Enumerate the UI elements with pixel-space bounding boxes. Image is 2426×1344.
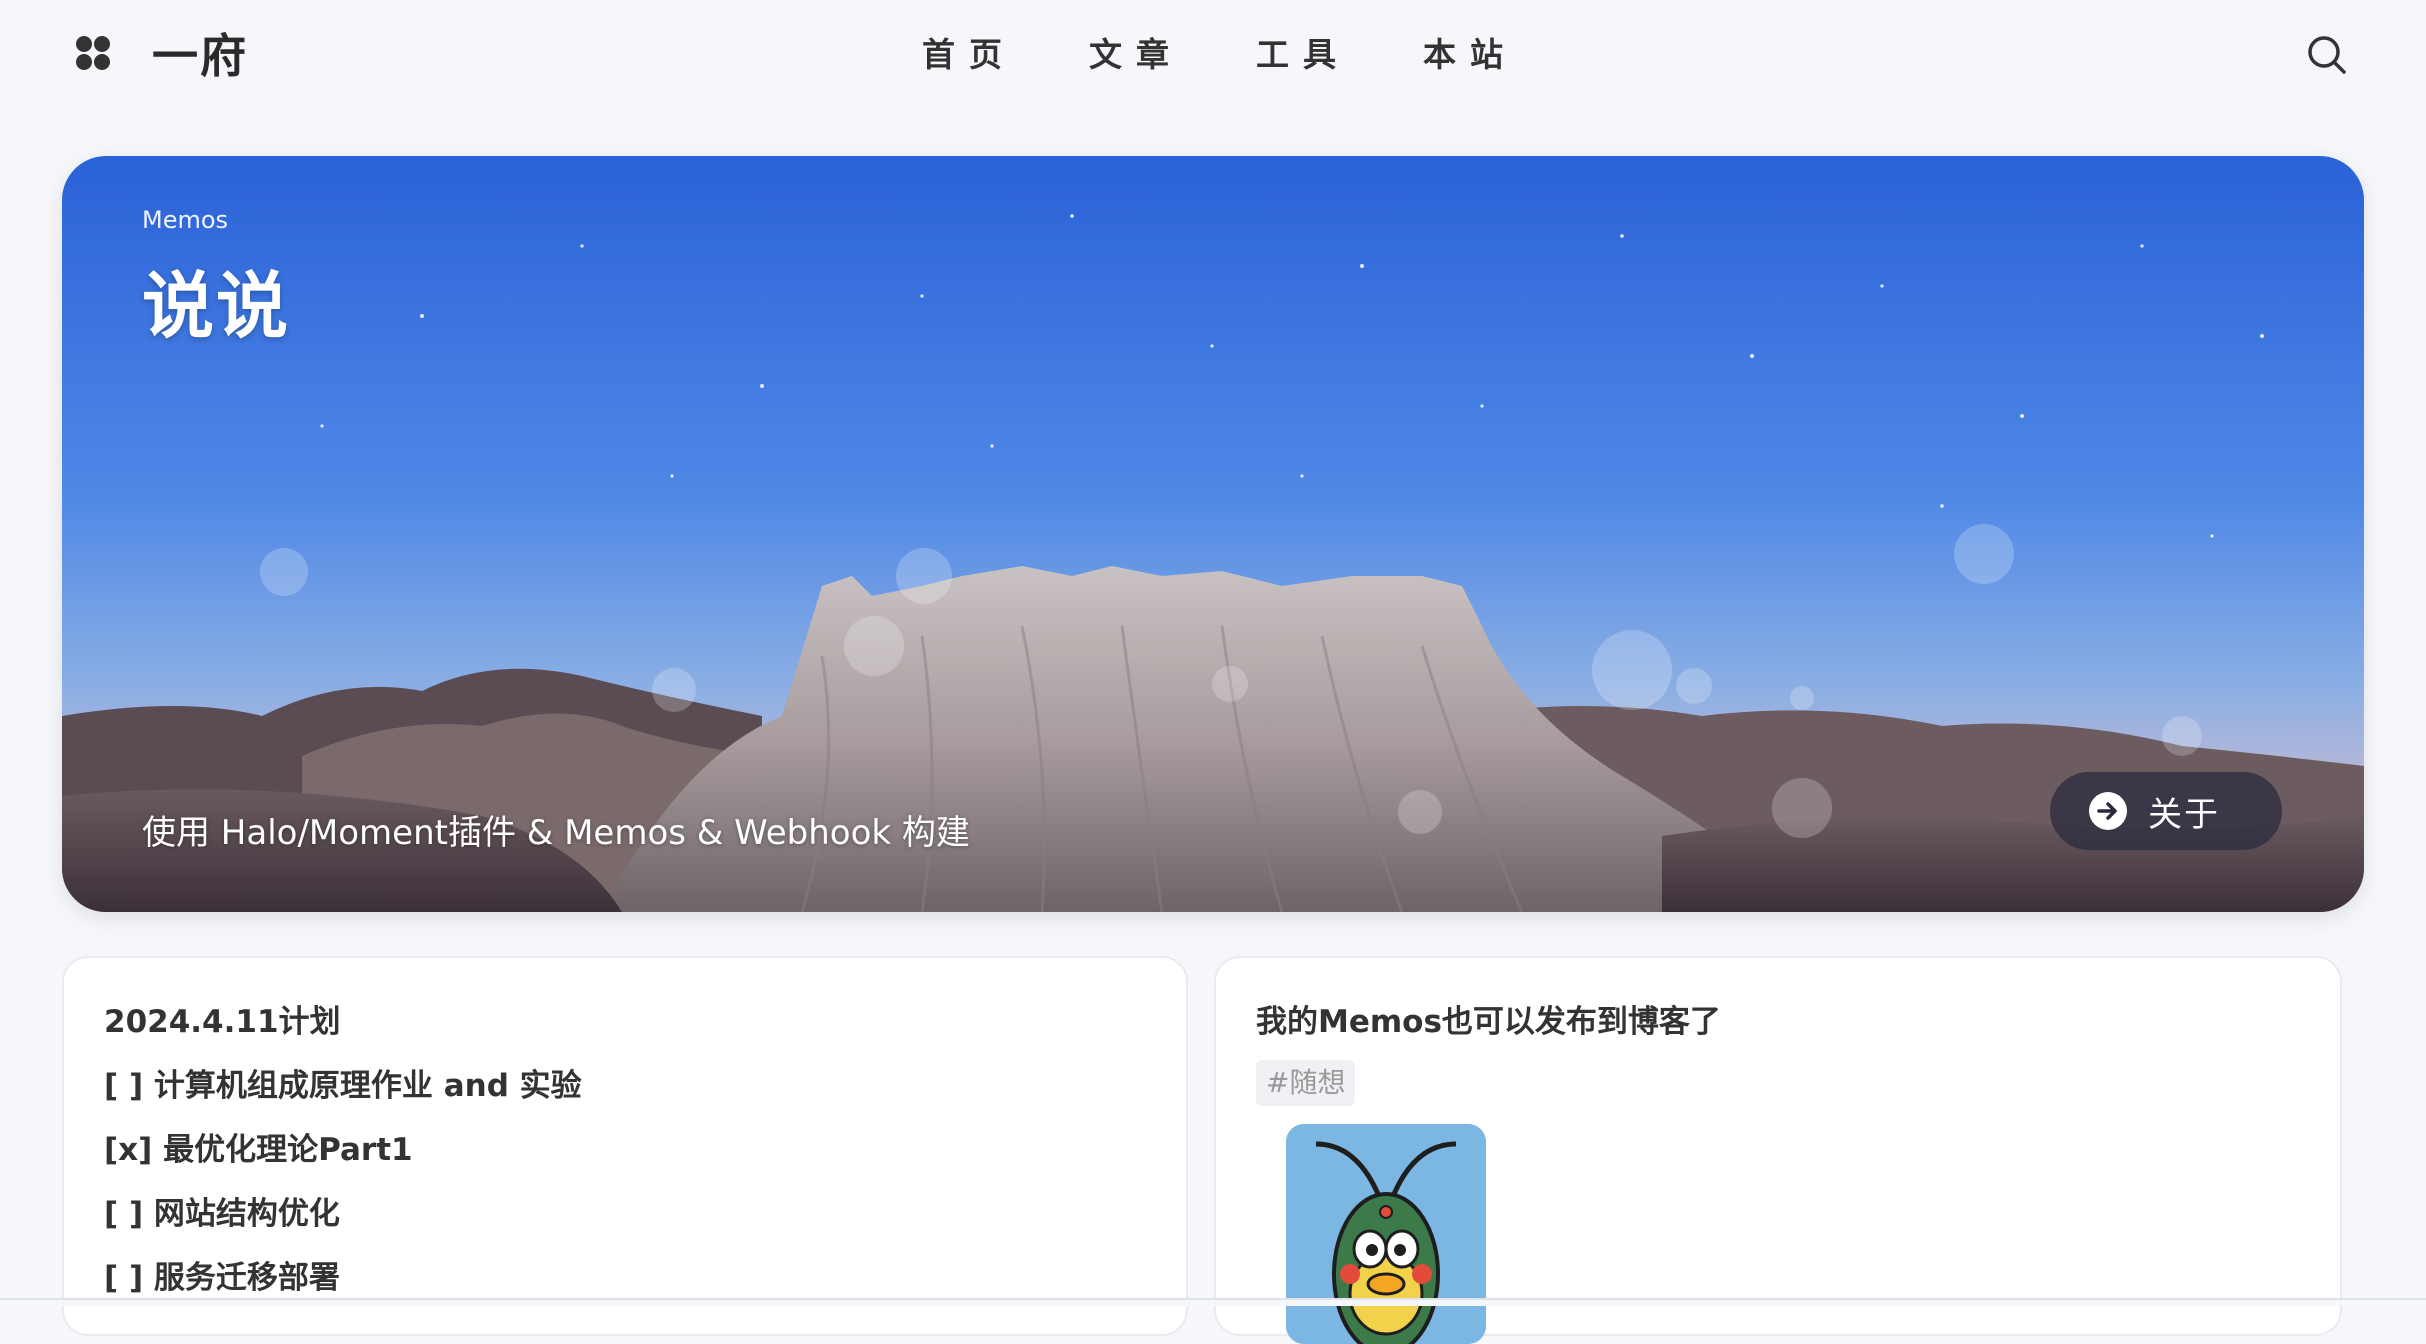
main-menu: 首页 文章 工具 本站 <box>922 30 1590 80</box>
memo-task-item: [ ] 网站结构优化 <box>104 1196 340 1232</box>
top-nav: 一府 首页 文章 工具 本站 <box>0 0 2426 110</box>
search-icon[interactable] <box>2306 34 2348 76</box>
about-button[interactable]: 关于 <box>2050 772 2282 850</box>
memo-card: 2024.4.11计划 [ ] 计算机组成原理作业 and 实验 [x] 最优化… <box>62 956 1188 1336</box>
memo-task-item: [x] 最优化理论Part1 <box>104 1132 413 1168</box>
hero-background-image <box>62 156 2364 912</box>
menu-item-tools[interactable]: 工具 <box>1256 30 1423 80</box>
memo-task-item: [ ] 计算机组成原理作业 and 实验 <box>104 1068 582 1104</box>
memo-title: 2024.4.11计划 <box>104 1004 341 1040</box>
plankton-illustration <box>1286 1124 1486 1344</box>
menu-item-site[interactable]: 本站 <box>1423 30 1590 80</box>
memo-title: 我的Memos也可以发布到博客了 <box>1256 1004 1721 1040</box>
hero-banner: Memos 说说 使用 Halo/Moment插件 & Memos & Webh… <box>62 156 2364 912</box>
memo-tag[interactable]: #随想 <box>1256 1060 1356 1106</box>
hero-title: 说说 <box>142 264 291 348</box>
hero-subtitle: Memos <box>142 206 229 234</box>
memo-task-item: [ ] 服务迁移部署 <box>104 1260 340 1296</box>
menu-item-home[interactable]: 首页 <box>922 30 1089 80</box>
about-button-label: 关于 <box>2148 794 2220 835</box>
page-bottom-edge <box>0 1298 2426 1306</box>
memo-card: 我的Memos也可以发布到博客了 #随想 <box>1214 956 2342 1344</box>
memo-image-plankton[interactable] <box>1286 1124 1486 1344</box>
menu-item-articles[interactable]: 文章 <box>1089 30 1256 80</box>
site-name[interactable]: 一府 <box>152 26 248 86</box>
arrow-right-circle-icon <box>2089 792 2127 830</box>
hero-description: 使用 Halo/Moment插件 & Memos & Webhook 构建 <box>142 813 970 853</box>
logo-icon[interactable] <box>76 36 112 72</box>
